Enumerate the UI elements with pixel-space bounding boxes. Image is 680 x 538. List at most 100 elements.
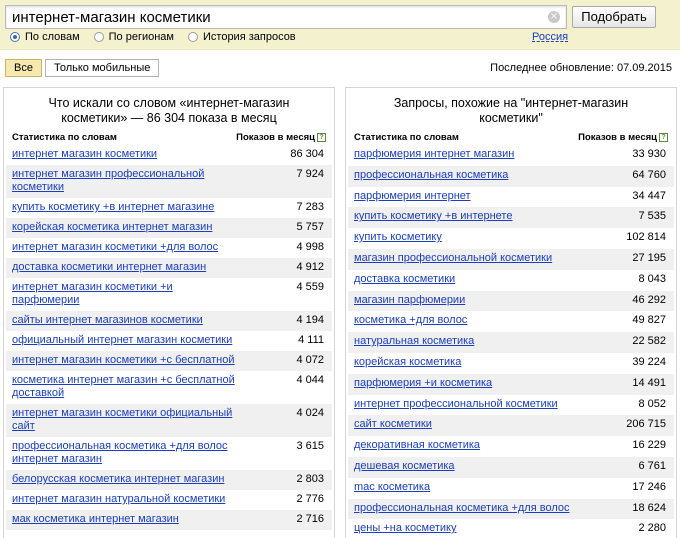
mode-label: По регионам xyxy=(108,31,174,43)
table-row: интернет магазин косметики официальный с… xyxy=(6,404,332,437)
table-row: интернет магазин косметики +и парфюмерии… xyxy=(6,278,332,311)
column-keyword: Статистика по словам xyxy=(12,132,117,143)
keyword-link[interactable]: мак косметика интернет магазин xyxy=(12,513,236,526)
count: 14 491 xyxy=(632,376,666,389)
keyword-link[interactable]: белорусская косметика интернет магазин xyxy=(12,473,236,486)
keyword-link[interactable]: косметика +для волос xyxy=(354,314,578,327)
table-header: Статистика по словам Показов в месяц ? xyxy=(354,130,668,145)
count: 33 930 xyxy=(632,148,666,160)
radio-on-icon[interactable] xyxy=(10,32,20,42)
count: 4 044 xyxy=(296,374,324,386)
table-row: официальный интернет магазин косметики 4 … xyxy=(6,331,332,351)
column-keyword: Статистика по словам xyxy=(354,132,459,143)
keyword-link[interactable]: косметика интернет магазин +с бесплатной… xyxy=(12,374,236,400)
table-row: интернет магазин косметики +для волос 4 9… xyxy=(6,238,332,258)
mode-by-words[interactable]: По словам xyxy=(10,31,80,43)
keyword-link[interactable]: интернет магазин косметики xyxy=(12,148,236,161)
keyword-link[interactable]: сайт косметики xyxy=(354,418,578,431)
count: 18 624 xyxy=(632,501,666,514)
keyword-link[interactable]: интернет магазин косметики +и парфюмерии xyxy=(12,281,236,307)
right-panel: Запросы, похожие на "интернет-магазин ко… xyxy=(345,87,677,538)
keyword-link[interactable]: интернет магазин косметики +с бесплатной xyxy=(12,354,236,367)
keyword-link[interactable]: сайты интернет магазинов косметики xyxy=(12,314,236,327)
table-row: доставка косметики 8 043 xyxy=(348,270,674,291)
keyword-link[interactable]: интернет магазин косметики +для волос xyxy=(12,241,236,254)
device-filter: Все Только мобильные xyxy=(5,59,160,77)
left-table: интернет магазин косметики 86 304 интерне… xyxy=(6,145,332,530)
radio-off-icon[interactable] xyxy=(93,32,104,42)
keyword-link[interactable]: парфюмерия интернет магазин xyxy=(354,148,578,161)
keyword-link[interactable]: профессиональная косметика +для волос ин… xyxy=(12,440,236,466)
count: 206 715 xyxy=(626,418,666,431)
keyword-link[interactable]: официальный интернет магазин косметики xyxy=(12,334,236,347)
table-row: сайт косметики 206 715 xyxy=(348,415,674,437)
table-row: доставка косметики интернет магазин 4 912 xyxy=(6,258,332,278)
table-row: mac косметика 17 246 xyxy=(348,478,674,499)
count: 17 246 xyxy=(632,480,666,493)
table-header: Статистика по словам Показов в месяц ? xyxy=(12,130,326,145)
table-row: интернет магазин косметики +с бесплатной… xyxy=(6,351,332,371)
keyword-link[interactable]: профессиональная косметика +для волос xyxy=(354,502,578,515)
keyword-link[interactable]: купить косметику +в интернете xyxy=(354,210,578,223)
keyword-link[interactable]: доставка косметики интернет магазин xyxy=(12,261,236,274)
search-input[interactable] xyxy=(6,6,546,28)
count: 4 559 xyxy=(296,281,324,293)
count: 16 229 xyxy=(632,439,666,452)
keyword-link[interactable]: парфюмерия интернет xyxy=(354,190,578,203)
help-icon[interactable]: ? xyxy=(317,133,326,142)
table-row: парфюмерия +и косметика 14 491 xyxy=(348,373,674,395)
table-row: профессиональная косметика +для волос ин… xyxy=(6,437,332,470)
help-icon[interactable]: ? xyxy=(659,133,668,142)
mode-history[interactable]: История запросов xyxy=(188,31,296,43)
keyword-link[interactable]: натуральная косметика xyxy=(354,335,578,348)
keyword-link[interactable]: магазин профессиональной косметики xyxy=(354,252,578,265)
keyword-link[interactable]: купить косметику xyxy=(354,231,578,244)
count: 6 761 xyxy=(638,459,666,472)
keyword-link[interactable]: корейская косметика xyxy=(354,356,578,369)
keyword-link[interactable]: магазин парфюмерии xyxy=(354,294,578,307)
keyword-link[interactable]: дешевая косметика xyxy=(354,460,578,473)
count: 22 582 xyxy=(632,335,666,348)
keyword-link[interactable]: интернет магазин профессиональной космет… xyxy=(12,168,236,194)
search-bar: × Подобрать По словам По регионам Истори… xyxy=(0,0,680,50)
radio-off-icon[interactable] xyxy=(188,32,198,42)
keyword-link[interactable]: профессиональная косметика xyxy=(354,169,578,182)
count: 102 814 xyxy=(626,231,666,244)
table-row: купить косметику +в интернете 7 535 xyxy=(348,207,674,229)
keyword-link[interactable]: цены +на косметику xyxy=(354,522,578,535)
keyword-link[interactable]: интернет магазин натуральной косметики xyxy=(12,493,236,506)
table-row: интернет профессиональной косметики 8 052 xyxy=(348,395,674,416)
keyword-link[interactable]: интернет магазин косметики официальный с… xyxy=(12,407,236,433)
count: 4 998 xyxy=(296,241,324,253)
panel-title: Что искали со словом «интернет-магазин к… xyxy=(48,96,290,125)
table-row: интернет магазин натуральной косметики 2 … xyxy=(6,490,332,510)
region-selector[interactable]: Россия xyxy=(532,31,568,43)
keyword-link[interactable]: mac косметика xyxy=(354,481,578,494)
table-row: купить косметику 102 814 xyxy=(348,228,674,249)
table-row: парфюмерия интернет 34 447 xyxy=(348,187,674,208)
right-table: парфюмерия интернет магазин 33 930 профес… xyxy=(348,145,674,538)
search-mode-group: По словам По регионам История запросов xyxy=(10,30,310,44)
keyword-link[interactable]: интернет профессиональной косметики xyxy=(354,398,578,411)
count: 64 760 xyxy=(632,168,666,181)
table-row: декоративная косметика 16 229 xyxy=(348,436,674,457)
keyword-link[interactable]: корейская косметика интернет магазин xyxy=(12,221,236,234)
column-count: Показов в месяц ? xyxy=(578,132,668,143)
keyword-link[interactable]: доставка косметики xyxy=(354,273,578,286)
count: 5 757 xyxy=(296,221,324,233)
mode-label: История запросов xyxy=(203,31,296,43)
clear-icon[interactable]: × xyxy=(548,11,560,23)
table-row: профессиональная косметика +для волос 18 … xyxy=(348,498,674,520)
mode-by-regions[interactable]: По регионам xyxy=(93,31,174,43)
count: 3 615 xyxy=(296,440,324,452)
table-row: дешевая косметика 6 761 xyxy=(348,456,674,478)
mode-label: По словам xyxy=(25,31,80,43)
filter-mobile-button[interactable]: Только мобильные xyxy=(44,59,160,77)
search-box: × xyxy=(5,5,567,29)
submit-button[interactable]: Подобрать xyxy=(572,6,656,28)
keyword-link[interactable]: декоративная косметика xyxy=(354,439,578,452)
column-count: Показов в месяц ? xyxy=(236,132,326,143)
keyword-link[interactable]: парфюмерия +и косметика xyxy=(354,377,578,390)
filter-all-button[interactable]: Все xyxy=(5,59,42,77)
keyword-link[interactable]: купить косметику +в интернет магазине xyxy=(12,201,236,214)
